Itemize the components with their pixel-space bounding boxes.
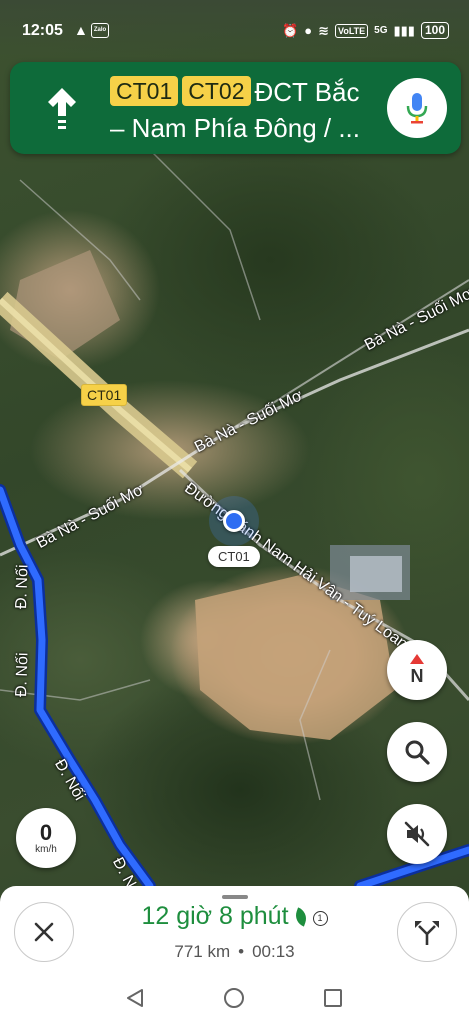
location-icon: ● — [304, 23, 313, 38]
map-route-shield: CT01 — [81, 384, 128, 406]
sound-toggle-button[interactable] — [387, 804, 447, 864]
road-label-noi-1: Đ. Nối — [13, 564, 32, 610]
separator-dot: • — [238, 942, 245, 961]
speedometer: 0 km/h — [16, 808, 76, 868]
speed-unit: km/h — [35, 843, 57, 855]
location-dot-core — [223, 510, 245, 532]
banner-instruction: CT01 CT02 ĐCT Bắc – Nam Phía Đông / ... — [110, 74, 380, 146]
speed-value: 0 — [39, 819, 53, 845]
eco-leaf-icon — [292, 907, 309, 927]
road-label-noi-2: Đ. Nối — [13, 652, 32, 698]
alarm-icon: ⏰ — [282, 22, 299, 38]
compass-button[interactable]: N — [387, 640, 447, 700]
status-icons: ⏰ ● ≋ VoLTE 5G ▮▮▮ 100 — [282, 22, 449, 39]
battery-indicator: 100 — [420, 22, 449, 39]
mic-icon — [406, 93, 428, 124]
volte-badge: VoLTE — [334, 23, 369, 38]
voice-search-button[interactable] — [387, 78, 447, 138]
signal-5g-label: 5G — [374, 25, 388, 36]
trip-details-row: 771 km • 00:13 — [0, 942, 469, 962]
compass-needle-icon — [410, 653, 424, 664]
direction-banner[interactable]: CT01 CT02 ĐCT Bắc – Nam Phía Đông / ... — [10, 62, 461, 154]
wifi-icon: ≋ — [318, 22, 329, 38]
navigation-arrow-icon: ▲ — [74, 22, 88, 38]
straight-arrow-icon — [48, 88, 76, 129]
trip-distance: 771 km — [174, 942, 231, 961]
system-navigation-bar — [0, 970, 469, 1024]
arrival-time: 00:13 — [252, 942, 295, 961]
back-icon[interactable] — [126, 988, 144, 1008]
trip-duration: 12 giờ 8 phút — [141, 902, 289, 930]
banner-shield-ct01: CT01 — [110, 76, 179, 106]
recents-icon[interactable] — [324, 989, 342, 1007]
incident-count-badge: 1 — [312, 911, 328, 926]
current-road-chip: CT01 — [208, 546, 260, 567]
status-time: 12:05 — [22, 22, 63, 39]
trip-summary-sheet[interactable]: 12 giờ 8 phút 1 771 km • 00:13 — [0, 886, 469, 970]
drag-handle[interactable] — [222, 895, 248, 899]
signal-bars-icon: ▮▮▮ — [393, 22, 415, 38]
zalo-icon: Zalo — [91, 23, 109, 38]
search-along-route-button[interactable] — [387, 722, 447, 782]
fork-routes-icon — [415, 921, 439, 945]
sound-muted-icon — [404, 821, 430, 847]
current-location-marker — [209, 496, 259, 546]
status-bar: 12:05 ▲ Zalo ⏰ ● ≋ VoLTE 5G ▮▮▮ 100 — [0, 0, 469, 56]
search-icon — [405, 740, 430, 765]
home-icon[interactable] — [224, 988, 244, 1008]
banner-shield-ct02: CT02 — [182, 76, 251, 106]
alternate-routes-button[interactable] — [397, 902, 457, 962]
compass-letter: N — [410, 665, 424, 686]
